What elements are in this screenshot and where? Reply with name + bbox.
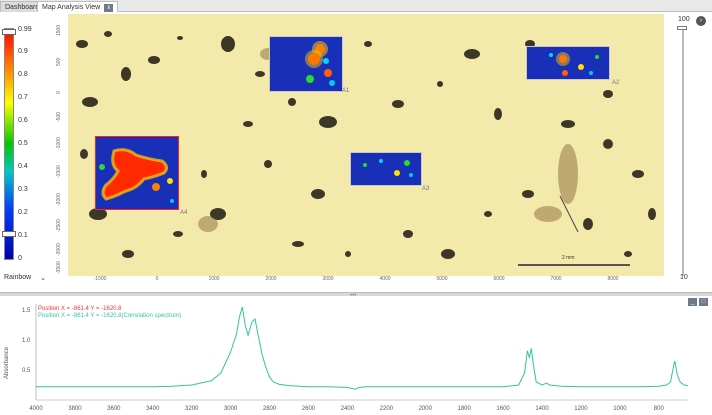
x-tick-label: -1000 [93,276,107,282]
tab-label: Map Analysis View [42,4,101,11]
close-icon[interactable]: x [104,4,114,12]
zoom-slider: 100 10 › [672,16,706,282]
y-tick-label: -500 [56,111,62,122]
map-y-axis: 1500 500 0 -500 -1000 -1500 -2000 -2500 … [56,14,68,276]
x-tick-label: 3800 [68,406,82,412]
y-tick-label: -1000 [56,137,62,150]
colorbar-gradient [4,28,14,260]
x-tick-label: 3200 [185,406,199,412]
colorbar-label: 0.5 [18,140,28,147]
y-tick-label: -2000 [56,193,62,206]
slider-track[interactable] [682,26,684,276]
map-x-axis: -1000 0 1000 2000 3000 4000 5000 6000 70… [68,276,664,286]
y-tick-label: 0.5 [22,368,31,374]
chemical-image-overlay-a1[interactable] [269,36,343,92]
colorbar-upper-handle[interactable] [2,29,16,35]
y-tick-label: 1.0 [22,338,31,344]
x-tick-label: 5000 [436,276,448,282]
colorbar-label: 0.99 [18,26,32,33]
colorbar-label: 0.6 [18,117,28,124]
y-tick-label: -2500 [56,219,62,232]
slider-min-label: 10 [680,274,688,281]
tab-map-analysis-view[interactable]: Map Analysis View x [37,1,119,12]
spectrum-series-line [36,306,689,390]
overlay-label: A4 [180,210,188,216]
x-tick-label: 2200 [380,406,394,412]
x-tick-label: 2000 [265,276,277,282]
x-tick-label: 1000 [208,276,220,282]
y-tick-label: 1500 [56,24,62,36]
y-tick-label: -3500 [56,261,62,274]
x-tick-label: 7000 [550,276,562,282]
palette-select[interactable]: Rainbow ⌄ [4,274,48,284]
chevron-right-icon[interactable]: › [696,16,706,26]
x-tick-label: 1600 [496,406,510,412]
y-axis-label: Absorbance [4,346,10,379]
overlay-label: A3 [422,186,430,192]
colorbar-label: 0.2 [18,209,28,216]
slider-max-label: 100 [678,16,690,23]
x-tick-label: 6000 [493,276,505,282]
microscope-map[interactable]: A1 A2 A3 A4 2 mm [68,14,664,276]
y-tick-label: -3000 [56,243,62,256]
x-tick-label: 3400 [146,406,160,412]
x-tick-label: 0 [155,276,159,282]
x-tick-label: 2800 [263,406,277,412]
colorbar-lower-handle[interactable] [2,231,16,237]
overlay-label: A1 [342,88,350,94]
colorbar-label: 0.4 [18,163,28,170]
spectrum-chart[interactable]: Absorbance Position X = -861.4 Y = -1620… [0,296,712,415]
x-tick-label: 4000 [29,406,43,412]
legend-entry-2: Position X = -861.4 Y = -1620.8(Correlat… [38,313,181,319]
colorbar-label: 0.7 [18,94,28,101]
spectrum-panel: _ □ Absorbance Position X = -861.4 Y = -… [0,296,712,415]
x-tick-label: 3600 [107,406,121,412]
x-tick-label: 1800 [457,406,471,412]
x-tick-label: 2400 [341,406,355,412]
x-tick-label: 800 [654,406,665,412]
colorbar-label: 0.8 [18,71,28,78]
y-tick-label: 500 [56,57,62,66]
scale-label: 2 mm [562,255,575,261]
x-tick-label: 1400 [535,406,549,412]
x-tick-label: 8000 [607,276,619,282]
colorbar: 0.99 0.9 0.8 0.7 0.6 0.5 0.4 0.3 0.2 0.1… [2,16,48,274]
chemical-image-overlay-a3[interactable] [350,152,422,186]
legend-entry-1: Position X = -861.4 Y = -1620.8 [38,306,122,312]
y-tick-label: -1500 [56,165,62,178]
tab-bar: Dashboard Map Analysis View x [0,0,712,12]
scale-bar [518,264,630,266]
x-tick-label: 1000 [613,406,627,412]
chemical-image-overlay-a2[interactable] [526,46,610,80]
colorbar-label: 0.9 [18,48,28,55]
colorbar-label: 0.1 [18,232,28,239]
colorbar-label: 0 [18,255,22,262]
tab-label: Dashboard [5,4,40,11]
slider-thumb[interactable] [677,26,687,30]
colorbar-label: 0.3 [18,186,28,193]
x-tick-label: 3000 [322,276,334,282]
y-tick-label: 0 [56,91,62,94]
palette-select-value: Rainbow [4,274,32,281]
x-tick-label: 2000 [419,406,433,412]
x-tick-label: 2600 [302,406,316,412]
x-tick-label: 3000 [224,406,238,412]
y-tick-label: 1.5 [22,308,31,314]
chevron-down-icon: ⌄ [40,275,46,282]
x-tick-label: 1200 [574,406,588,412]
overlay-label: A2 [612,80,620,86]
chemical-image-overlay-a4[interactable] [95,136,179,210]
x-tick-label: 4000 [379,276,391,282]
